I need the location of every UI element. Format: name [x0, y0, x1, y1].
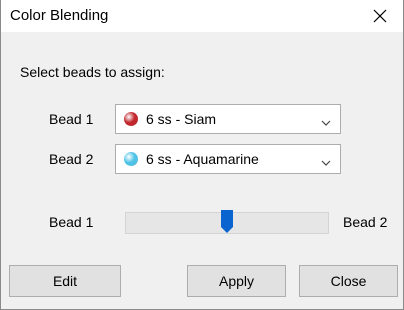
bead1-dropdown[interactable]: 6 ss - Siam	[115, 104, 341, 134]
bead-swatch-icon	[124, 152, 138, 166]
slider-left-label: Bead 1	[49, 214, 94, 230]
select-beads-label: Select beads to assign:	[20, 64, 165, 80]
blend-slider[interactable]	[125, 210, 329, 234]
chevron-down-icon	[321, 114, 331, 130]
bead2-dropdown[interactable]: 6 ss - Aquamarine	[115, 144, 341, 174]
bead1-label: Bead 1	[49, 111, 94, 127]
bead2-label: Bead 2	[49, 151, 94, 167]
dialog-title: Color Blending	[10, 7, 109, 24]
color-blending-dialog: Color Blending Select beads to assign: B…	[0, 0, 404, 310]
title-bar: Color Blending	[1, 0, 403, 32]
close-button[interactable]: Close	[299, 265, 398, 297]
slider-thumb[interactable]	[221, 210, 233, 234]
apply-button[interactable]: Apply	[187, 265, 286, 297]
chevron-down-icon	[321, 154, 331, 170]
bead-swatch-icon	[124, 112, 138, 126]
edit-button[interactable]: Edit	[9, 265, 121, 297]
close-icon[interactable]	[357, 0, 403, 32]
bead1-selected-value: 6 ss - Siam	[146, 111, 217, 127]
slider-right-label: Bead 2	[343, 214, 388, 230]
bead2-selected-value: 6 ss - Aquamarine	[146, 151, 259, 167]
